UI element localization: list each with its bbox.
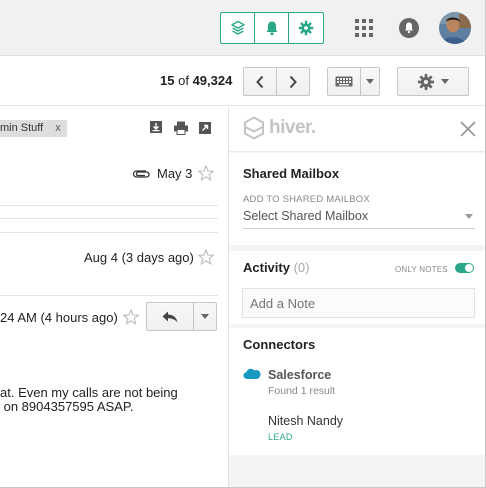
chevron-right-icon (289, 75, 297, 88)
salesforce-name[interactable]: Salesforce (268, 368, 331, 382)
salesforce-cloud-icon (243, 368, 261, 379)
connectors-title: Connectors (243, 337, 316, 352)
message-date: 24 AM (4 hours ago) (0, 310, 118, 325)
divider (0, 232, 218, 233)
activity-card: Activity (0) ONLY NOTES (229, 251, 485, 324)
star-icon[interactable] (123, 309, 139, 325)
hiver-logo-text: hiver. (269, 117, 316, 138)
message-date: May 3 (157, 166, 193, 181)
hiver-settings-button[interactable] (289, 13, 323, 43)
gear-icon (417, 73, 435, 90)
hiver-toolbar (220, 12, 324, 44)
label-chip[interactable]: min Stuff x (0, 120, 67, 137)
message-body-line: on 8904357595 ASAP. (0, 399, 134, 414)
chevron-left-icon (256, 75, 264, 88)
paperclip-icon (132, 170, 150, 178)
caret-down-icon (201, 314, 209, 319)
top-header (0, 0, 485, 56)
reply-more-dropdown[interactable] (193, 302, 217, 331)
input-tools-button[interactable] (327, 67, 361, 96)
bell-icon (266, 21, 277, 36)
divider (0, 205, 218, 206)
newer-button[interactable] (276, 67, 310, 96)
grid-icon[interactable] (355, 19, 373, 37)
star-icon[interactable] (198, 165, 214, 181)
activity-title: Activity (0) (243, 260, 309, 275)
layers-icon (230, 20, 245, 35)
mail-thread: min Stuff x May 3 Aug 4 (3 days ago) 24 … (0, 107, 228, 487)
hiver-sidebar: hiver. Shared Mailbox ADD TO SHARED MAIL… (228, 107, 485, 487)
input-tools-dropdown[interactable] (360, 67, 380, 96)
caret-down-icon (366, 79, 374, 84)
hiver-logo: hiver. (243, 116, 316, 140)
message-body: at. Even my calls are not being on 89043… (0, 386, 228, 414)
divider (0, 295, 218, 296)
mail-toolbar: 15 of 49,324 (0, 56, 485, 106)
shared-mailbox-title: Shared Mailbox (243, 166, 340, 181)
hiver-header: hiver. (229, 107, 485, 152)
message-date: Aug 4 (3 days ago) (84, 250, 194, 265)
gear-icon (298, 20, 314, 36)
remove-label-button[interactable]: x (55, 120, 61, 137)
message-body-line: at. Even my calls are not being (0, 385, 178, 400)
contact-name[interactable]: Nitesh Nandy (268, 414, 343, 428)
avatar[interactable] (439, 12, 471, 44)
shared-mailbox-select[interactable]: Select Shared Mailbox (243, 207, 475, 229)
only-notes-toggle[interactable] (455, 263, 474, 273)
layers-button[interactable] (221, 13, 255, 43)
older-button[interactable] (243, 67, 277, 96)
label-text: min Stuff (0, 122, 44, 134)
pager-of: of (178, 73, 189, 88)
caret-down-icon (441, 79, 449, 84)
shared-mailbox-card: Shared Mailbox ADD TO SHARED MAILBOX Sel… (229, 153, 485, 245)
hiver-logo-icon (244, 116, 264, 140)
download-icon[interactable] (150, 121, 162, 135)
shared-mailbox-field-label: ADD TO SHARED MAILBOX (243, 194, 370, 205)
pager-total: 49,324 (192, 73, 233, 88)
print-icon[interactable] (174, 121, 188, 135)
reply-button[interactable] (146, 302, 194, 331)
salesforce-found: Found 1 result (268, 385, 336, 397)
contact-tag: LEAD (268, 432, 293, 442)
activity-title-text: Activity (243, 260, 290, 275)
open-new-window-icon[interactable] (199, 121, 211, 135)
add-note-input[interactable] (242, 288, 475, 318)
close-icon[interactable] (459, 120, 477, 138)
reply-icon (162, 311, 178, 322)
gmail-window: 15 of 49,324 min Stuff x May 3 Aug 4 (3 … (0, 0, 486, 488)
settings-button[interactable] (397, 67, 469, 96)
user-avatar-image (439, 12, 471, 44)
connectors-card: Connectors Salesforce Found 1 result Nit… (229, 328, 485, 455)
pagination-info: 15 of 49,324 (160, 73, 232, 88)
pager-current: 15 (160, 73, 175, 88)
divider (0, 218, 218, 219)
only-notes-label: ONLY NOTES (395, 265, 448, 274)
bell-icon[interactable] (398, 17, 420, 39)
star-icon[interactable] (198, 249, 214, 265)
shared-mailbox-select-value: Select Shared Mailbox (243, 209, 369, 223)
keyboard-icon (335, 76, 353, 87)
hiver-notifications-button[interactable] (255, 13, 289, 43)
caret-down-icon (465, 214, 473, 219)
activity-count: (0) (293, 260, 310, 275)
